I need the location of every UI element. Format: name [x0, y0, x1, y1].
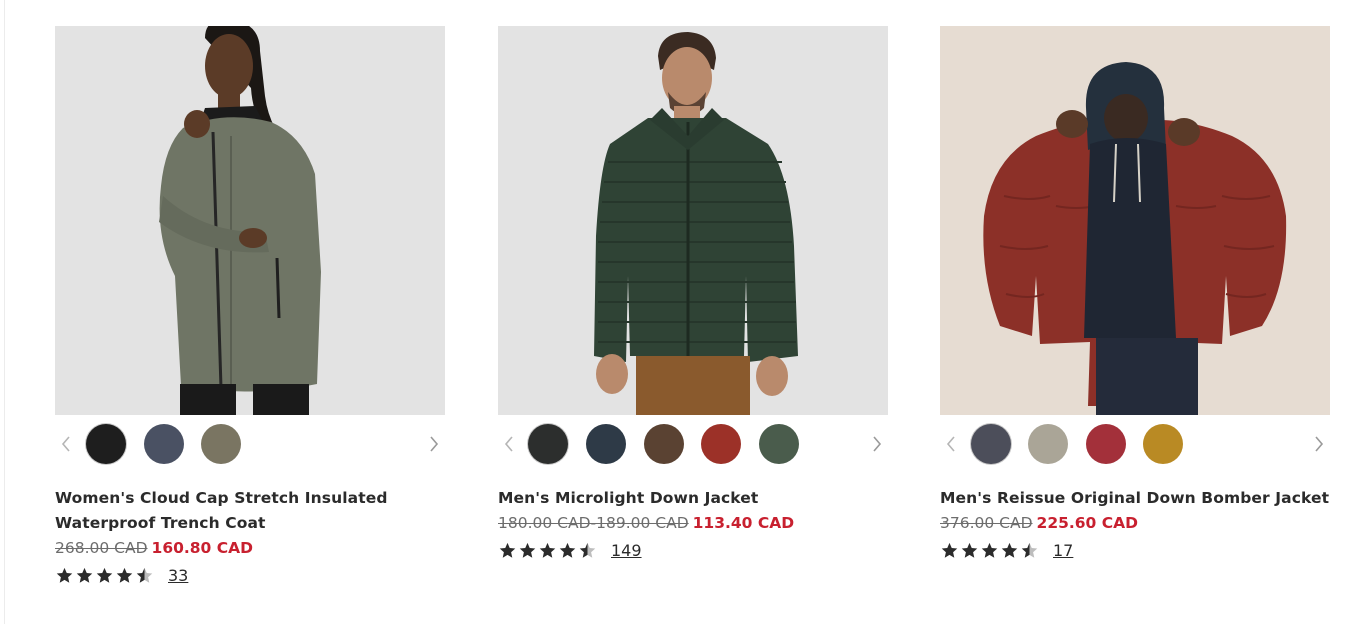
- color-swatch[interactable]: [1143, 424, 1183, 464]
- color-swatch[interactable]: [759, 424, 799, 464]
- star-icon: [539, 542, 556, 558]
- star-rating-icon: [55, 567, 154, 584]
- star-icon: [56, 567, 73, 583]
- price: 180.00 CAD-189.00 CAD 113.40 CAD: [498, 511, 888, 536]
- sale-price: 113.40 CAD: [692, 514, 795, 532]
- color-swatch[interactable]: [528, 424, 568, 464]
- swatch-prev-arrow-icon[interactable]: [940, 429, 962, 459]
- original-price: 376.00 CAD: [940, 514, 1033, 532]
- color-swatch[interactable]: [144, 424, 184, 464]
- color-swatch[interactable]: [701, 424, 741, 464]
- star-icon: [116, 567, 133, 583]
- product-name[interactable]: Women's Cloud Cap Stretch Insulated Wate…: [55, 486, 445, 536]
- product-name[interactable]: Men's Reissue Original Down Bomber Jacke…: [940, 486, 1330, 511]
- star-icon: [1001, 542, 1018, 558]
- star-icon: [96, 567, 113, 583]
- review-count-link[interactable]: 17: [1053, 541, 1073, 560]
- color-swatch[interactable]: [644, 424, 684, 464]
- star-icon: [519, 542, 536, 558]
- product-card[interactable]: Men's Microlight Down Jacket 180.00 CAD-…: [498, 26, 888, 562]
- original-price: 268.00 CAD: [55, 539, 148, 557]
- review-count-link[interactable]: 33: [168, 566, 188, 585]
- price: 376.00 CAD 225.60 CAD: [940, 511, 1330, 536]
- color-swatch-row: [55, 415, 445, 475]
- product-image[interactable]: [940, 26, 1330, 415]
- rating: 149: [498, 538, 888, 562]
- sale-price: 160.80 CAD: [151, 539, 253, 557]
- swatch-next-arrow-icon[interactable]: [866, 429, 888, 459]
- rating: 17: [940, 538, 1330, 562]
- sale-price: 225.60 CAD: [1036, 514, 1138, 532]
- star-icon: [1021, 542, 1038, 558]
- color-swatch[interactable]: [1028, 424, 1068, 464]
- color-swatch-row: [498, 415, 888, 475]
- star-icon: [559, 542, 576, 558]
- product-name[interactable]: Men's Microlight Down Jacket: [498, 486, 888, 511]
- swatch-prev-arrow-icon[interactable]: [55, 429, 77, 459]
- price: 268.00 CAD 160.80 CAD: [55, 536, 445, 561]
- color-swatch[interactable]: [586, 424, 626, 464]
- product-card[interactable]: Men's Reissue Original Down Bomber Jacke…: [940, 26, 1330, 562]
- product-card[interactable]: Women's Cloud Cap Stretch Insulated Wate…: [55, 26, 445, 587]
- star-icon: [961, 542, 978, 558]
- star-icon: [981, 542, 998, 558]
- star-rating-icon: [940, 542, 1039, 559]
- star-icon: [76, 567, 93, 583]
- star-rating-icon: [498, 542, 597, 559]
- page-edge-divider: [4, 0, 5, 624]
- rating: 33: [55, 563, 445, 587]
- product-image[interactable]: [55, 26, 445, 415]
- color-swatch[interactable]: [86, 424, 126, 464]
- color-swatch[interactable]: [1086, 424, 1126, 464]
- color-swatch-row: [940, 415, 1330, 475]
- swatch-prev-arrow-icon[interactable]: [498, 429, 520, 459]
- review-count-link[interactable]: 149: [611, 541, 642, 560]
- product-image[interactable]: [498, 26, 888, 415]
- star-icon: [136, 567, 153, 583]
- star-icon: [579, 542, 596, 558]
- color-swatch[interactable]: [971, 424, 1011, 464]
- color-swatch[interactable]: [201, 424, 241, 464]
- swatch-next-arrow-icon[interactable]: [1308, 429, 1330, 459]
- original-price: 180.00 CAD-189.00 CAD: [498, 514, 689, 532]
- star-icon: [941, 542, 958, 558]
- star-icon: [499, 542, 516, 558]
- swatch-next-arrow-icon[interactable]: [423, 429, 445, 459]
